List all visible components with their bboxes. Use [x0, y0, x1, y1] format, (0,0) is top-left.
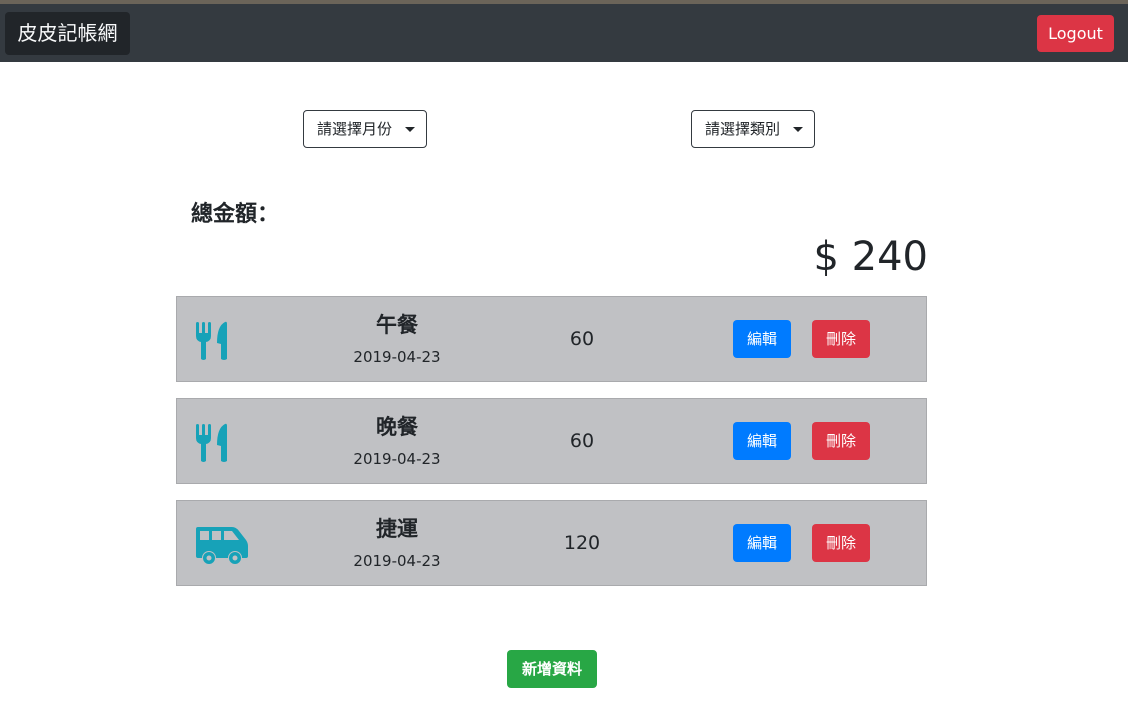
logout-button[interactable]: Logout [1037, 15, 1114, 52]
caret-down-icon [793, 127, 803, 132]
record-title: 午餐 [376, 313, 418, 337]
shuttle-van-icon [195, 523, 249, 565]
utensils-icon [195, 319, 249, 361]
add-record-button[interactable]: 新增資料 [507, 650, 597, 688]
delete-button[interactable]: 刪除 [812, 524, 870, 562]
edit-button[interactable]: 編輯 [733, 320, 791, 358]
record-date: 2019-04-23 [353, 348, 441, 366]
brand-link[interactable]: 皮皮記帳網 [5, 12, 130, 55]
record-item: 捷運 2019-04-23 120 編輯 刪除 [176, 500, 927, 586]
record-title: 捷運 [376, 517, 418, 541]
record-date: 2019-04-23 [353, 552, 441, 570]
delete-button[interactable]: 刪除 [812, 320, 870, 358]
utensils-icon [195, 421, 249, 463]
record-date: 2019-04-23 [353, 450, 441, 468]
category-dropdown-label: 請選擇類別 [705, 120, 781, 138]
category-dropdown[interactable]: 請選擇類別 [691, 110, 815, 148]
month-dropdown-label: 請選擇月份 [317, 120, 393, 138]
edit-button[interactable]: 編輯 [733, 422, 791, 460]
record-amount: 60 [569, 328, 595, 350]
total-label: 總金額： [191, 202, 280, 227]
caret-down-icon [405, 127, 415, 132]
edit-button[interactable]: 編輯 [733, 524, 791, 562]
month-dropdown[interactable]: 請選擇月份 [303, 110, 427, 148]
delete-button[interactable]: 刪除 [812, 422, 870, 460]
total-amount: $ 240 [813, 234, 928, 280]
record-item: 午餐 2019-04-23 60 編輯 刪除 [176, 296, 927, 382]
record-item: 晚餐 2019-04-23 60 編輯 刪除 [176, 398, 927, 484]
record-amount: 60 [569, 430, 595, 452]
navbar: 皮皮記帳網 Logout [0, 4, 1128, 62]
record-amount: 120 [563, 532, 601, 554]
record-title: 晚餐 [376, 415, 418, 439]
